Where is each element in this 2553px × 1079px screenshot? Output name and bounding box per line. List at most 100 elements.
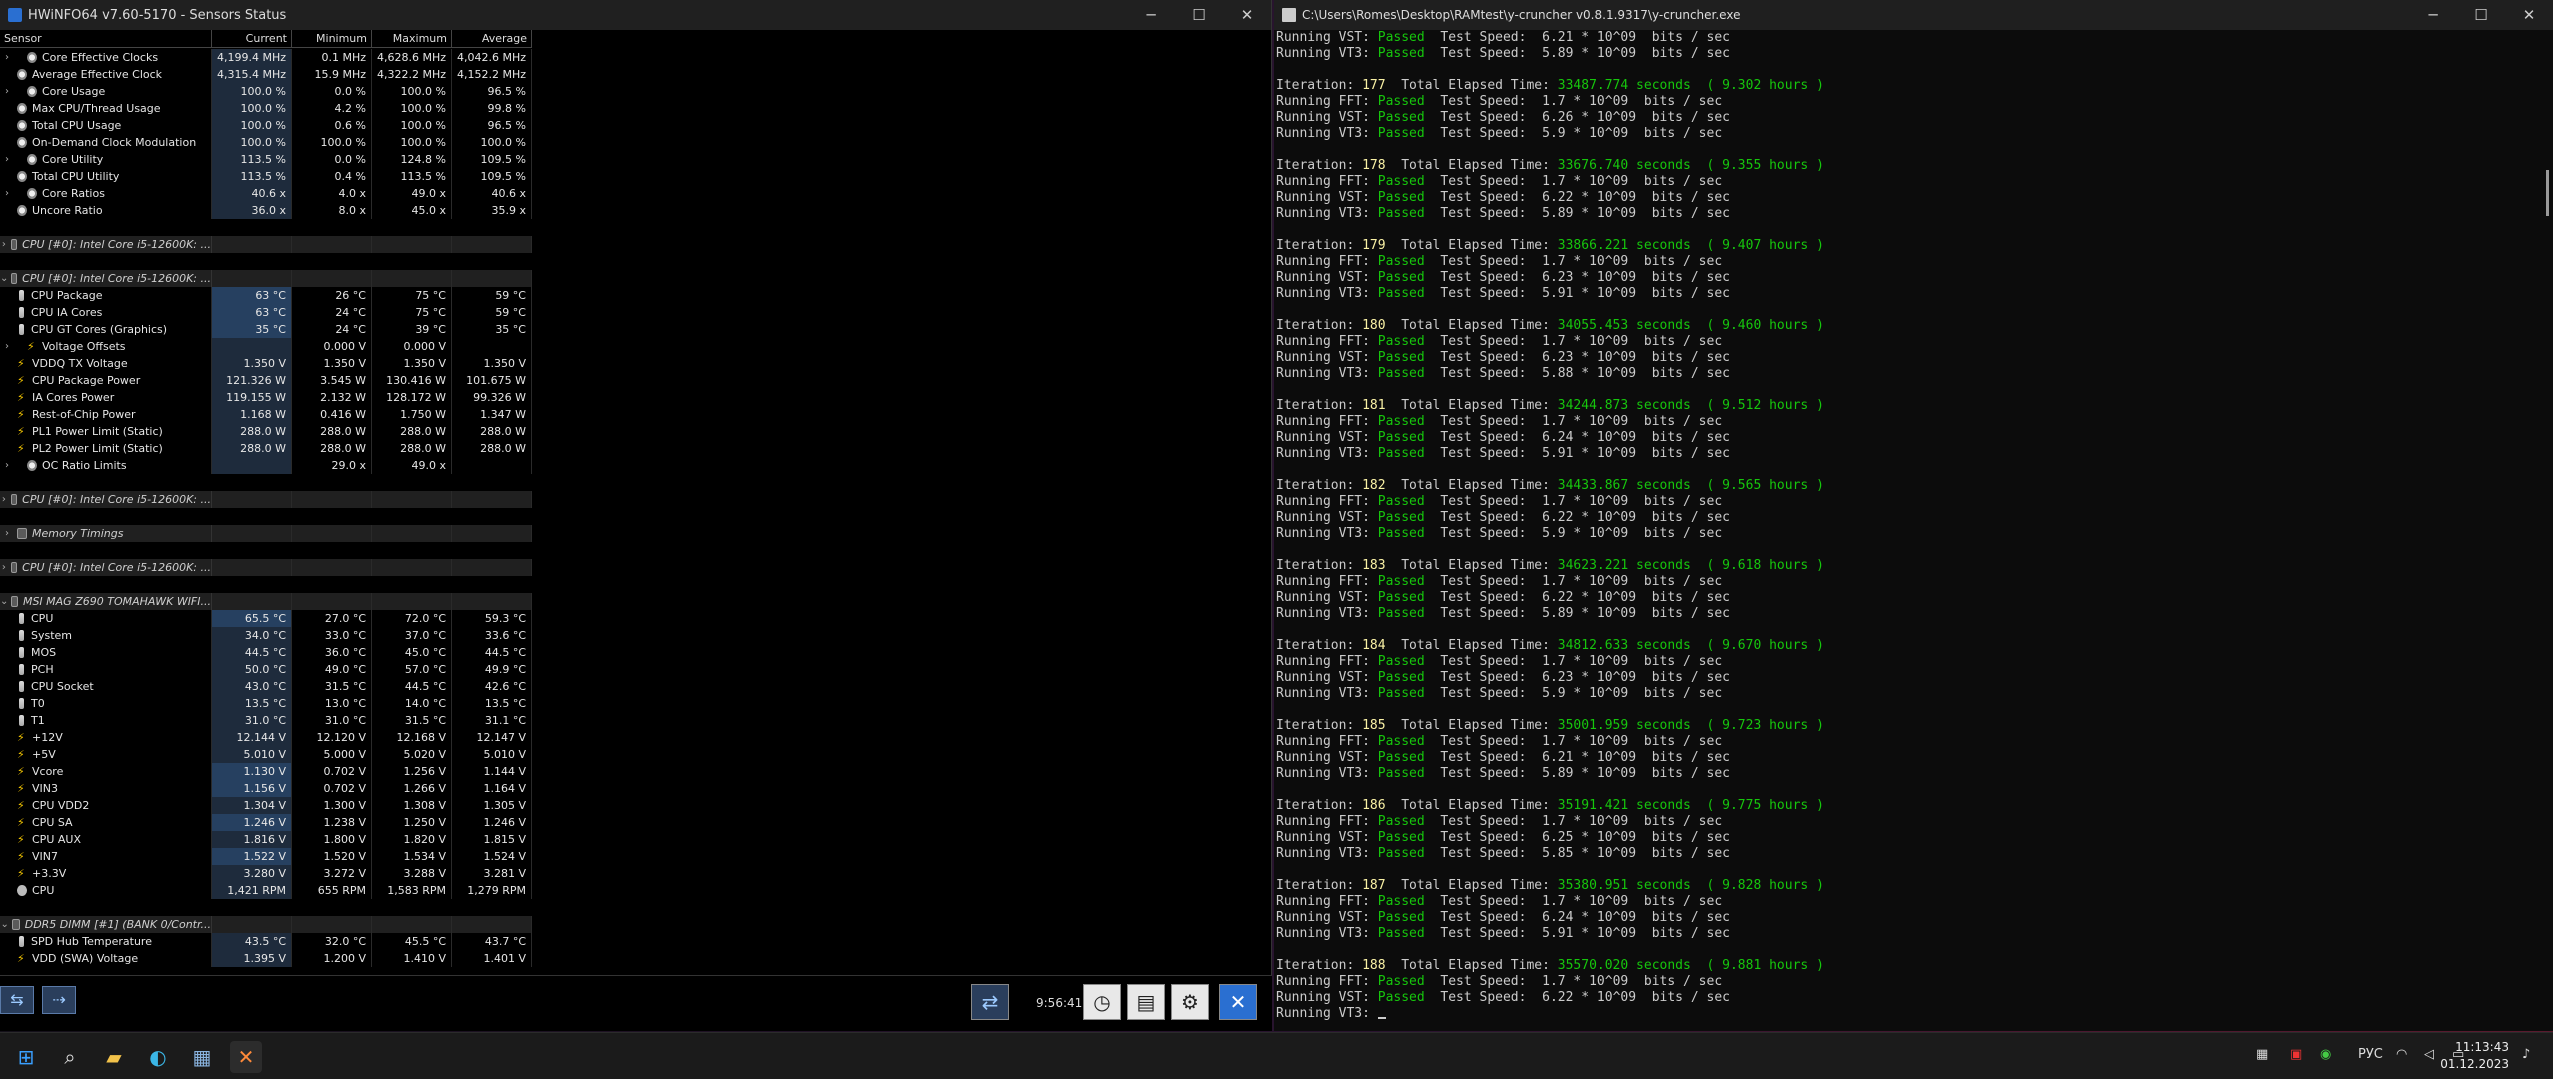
expand-chevron-icon[interactable]: › — [0, 559, 8, 576]
sensor-row[interactable]: Total CPU Utility 113.5 % 0.4 % 113.5 % 109.… — [0, 168, 532, 185]
y-cruncher-taskbar-icon[interactable]: ✕ — [230, 1041, 262, 1073]
sensor-row[interactable]: ⚡ PL1 Power Limit (Static) 288.0 W 288.0 W2… — [0, 423, 532, 440]
sensor-row[interactable]: ⚡ VDDQ TX Voltage 1.350 V 1.350 V 1.350 V 1.3… — [0, 355, 532, 372]
tray-hwinfo-icon[interactable]: ▦ — [2256, 1047, 2268, 1062]
sensor-row[interactable]: ⚡ CPU SA 1.246 V 1.238 V 1.250 V 1.246 V — [0, 814, 532, 831]
expand-chevron-icon[interactable]: › — [0, 338, 14, 355]
sensor-group-row[interactable]: ⌄ MSI MAG Z690 TOMAHAWK WIFI... — [0, 593, 532, 610]
start-windows-icon[interactable]: ⊞ — [10, 1041, 42, 1073]
console-output[interactable]: Running VST: Passed Test Speed: 6.21 * 1… — [1274, 30, 2539, 1022]
wifi-icon[interactable]: ◠ — [2396, 1047, 2407, 1062]
expand-chevron-icon[interactable]: › — [0, 236, 8, 253]
sensor-row[interactable]: CPU Package 63 °C 26 °C 75 °C 59 °C — [0, 287, 532, 304]
sensor-row[interactable]: ⚡ +3.3V 3.280 V 3.272 V 3.288 V 3.281 V — [0, 865, 532, 882]
sensor-group-row[interactable]: › CPU [#0]: Intel Core i5-12600K: ... — [0, 236, 532, 253]
sensor-row[interactable]: Average Effective Clock 4,315.4 MHz 15.9 M… — [0, 66, 532, 83]
notification-bell-icon[interactable]: ♪ — [2522, 1047, 2530, 1062]
sensor-group-row[interactable]: › CPU [#0]: Intel Core i5-12600K: ... — [0, 559, 532, 576]
sensor-row[interactable]: MOS 44.5 °C 36.0 °C 45.0 °C 44.5 °C — [0, 644, 532, 661]
expand-chevron-icon[interactable]: › — [0, 49, 14, 66]
minimize-button[interactable]: ─ — [1127, 6, 1175, 24]
sensor-row[interactable]: ⚡ IA Cores Power 119.155 W 2.132 W 128.172 W… — [0, 389, 532, 406]
expand-chevron-icon[interactable]: › — [0, 185, 14, 202]
scrollbar-thumb[interactable] — [2546, 170, 2549, 216]
language-indicator[interactable]: РУС — [2358, 1047, 2383, 1062]
sensor-row[interactable]: ⚡ Vcore 1.130 V 0.702 V 1.256 V 1.144 V — [0, 763, 532, 780]
tray-security-icon[interactable]: ◉ — [2320, 1047, 2331, 1062]
expand-chevron-icon[interactable]: › — [0, 491, 8, 508]
file-explorer-icon[interactable]: ▰ — [98, 1041, 130, 1073]
nav-expand-icon[interactable]: ⇢ — [42, 986, 76, 1014]
sensor-row[interactable]: › ⚡ Voltage Offsets 0.000 V 0.000 V — [0, 338, 532, 355]
collapse-chevron-icon[interactable]: ⌄ — [0, 270, 8, 287]
sensor-row[interactable]: CPU IA Cores 63 °C 24 °C 75 °C 59 °C — [0, 304, 532, 321]
console-titlebar[interactable]: C:\Users\Romes\Desktop\RAMtest\y-crunche… — [1274, 0, 2553, 30]
console-text: Running VT3: — [1276, 46, 1378, 61]
sensor-group-row[interactable]: ⌄ CPU [#0]: Intel Core i5-12600K: ... — [0, 270, 532, 287]
sensor-row[interactable]: PCH 50.0 °C 49.0 °C 57.0 °C 49.9 °C — [0, 661, 532, 678]
sensor-row[interactable]: Max CPU/Thread Usage 100.0 % 4.2 % 100.0 % 9… — [0, 100, 532, 117]
hwinfo-taskbar-icon[interactable]: ▦ — [186, 1041, 218, 1073]
sensor-row[interactable]: › Core Usage 100.0 % 0.0 % 100.0 % 96.5 % — [0, 83, 532, 100]
expand-chevron-icon[interactable]: › — [0, 525, 14, 542]
sensor-row[interactable]: Total CPU Usage 100.0 % 0.6 % 100.0 % 96.5 % — [0, 117, 532, 134]
sensor-row[interactable]: T1 31.0 °C 31.0 °C 31.5 °C 31.1 °C — [0, 712, 532, 729]
log-file-icon[interactable]: ▤ — [1127, 984, 1165, 1020]
column-header-average[interactable]: Average — [452, 30, 532, 47]
collapse-chevron-icon[interactable]: ⌄ — [0, 593, 8, 610]
sensor-row[interactable]: › Core Effective Clocks 4,199.4 MHz 0.1 MHz… — [0, 49, 532, 66]
close-button[interactable]: ✕ — [1223, 6, 1271, 24]
sensor-row[interactable]: System 34.0 °C 33.0 °C 37.0 °C 33.6 °C — [0, 627, 532, 644]
sensor-row[interactable]: CPU 1,421 RPM 655 RPM 1,583 RPM 1,279 RPM — [0, 882, 532, 899]
hwinfo-titlebar[interactable]: HWiNFO64 v7.60-5170 - Sensors Status ─ ☐… — [0, 0, 1271, 30]
console-text: 34055.453 — [1557, 318, 1629, 333]
sensor-row[interactable]: CPU GT Cores (Graphics) 35 °C 24 °C 39 °C 35… — [0, 321, 532, 338]
sensor-row[interactable]: › OC Ratio Limits 29.0 x 49.0 x — [0, 457, 532, 474]
sensor-group-row[interactable]: › Memory Timings — [0, 525, 532, 542]
minimize-button[interactable]: ─ — [2409, 6, 2457, 24]
gear-icon[interactable]: ⚙ — [1171, 984, 1209, 1020]
collapse-chevron-icon[interactable]: ⌄ — [0, 916, 9, 933]
maximize-button[interactable]: ☐ — [2457, 6, 2505, 24]
search-icon[interactable]: ⌕ — [54, 1041, 86, 1073]
sensor-row[interactable]: ⚡ VDD (SWA) Voltage 1.395 V 1.200 V 1.410 V1… — [0, 950, 532, 967]
edge-browser-icon[interactable]: ◐ — [142, 1041, 174, 1073]
expand-chevron-icon[interactable]: › — [0, 83, 14, 100]
maximize-button[interactable]: ☐ — [1175, 6, 1223, 24]
column-header-sensor[interactable]: Sensor — [0, 30, 212, 47]
clock-icon[interactable]: ◷ — [1083, 984, 1121, 1020]
volume-icon[interactable]: ◁ — [2424, 1047, 2434, 1062]
sensor-row[interactable]: ⚡ CPU VDD2 1.304 V 1.300 V 1.308 V 1.305 V — [0, 797, 532, 814]
expand-chevron-icon[interactable]: › — [0, 151, 14, 168]
sensor-row[interactable]: SPD Hub Temperature 43.5 °C 32.0 °C 45.5 °C… — [0, 933, 532, 950]
sensor-row[interactable]: › Core Ratios 40.6 x 4.0 x 49.0 x 40.6 x — [0, 185, 532, 202]
sensor-row[interactable]: T0 13.5 °C 13.0 °C 14.0 °C 13.5 °C — [0, 695, 532, 712]
sensor-row[interactable]: CPU 65.5 °C 27.0 °C 72.0 °C 59.3 °C — [0, 610, 532, 627]
system-clock[interactable]: 11:13:43 01.12.2023 — [2440, 1039, 2509, 1073]
sensor-row[interactable]: ⚡ CPU AUX 1.816 V 1.800 V 1.820 V 1.815 V — [0, 831, 532, 848]
console-scrollbar[interactable] — [2539, 30, 2553, 1031]
sensor-row[interactable]: On-Demand Clock Modulation 100.0 % 100.0 %… — [0, 134, 532, 151]
sensor-row[interactable]: ⚡ CPU Package Power 121.326 W 3.545 W 130.41… — [0, 372, 532, 389]
nav-arrows-icon[interactable]: ⇆ — [0, 986, 34, 1014]
column-header-minimum[interactable]: Minimum — [292, 30, 372, 47]
sensor-row[interactable]: CPU Socket 43.0 °C 31.5 °C 44.5 °C 42.6 °C — [0, 678, 532, 695]
sensor-group-row[interactable]: › CPU [#0]: Intel Core i5-12600K: ... — [0, 491, 532, 508]
console-text: seconds ( — [1628, 398, 1723, 413]
sensor-row[interactable]: ⚡ Rest-of-Chip Power 1.168 W 0.416 W 1.750 W… — [0, 406, 532, 423]
sensor-row[interactable]: Uncore Ratio 36.0 x 8.0 x 45.0 x 35.9 x — [0, 202, 532, 219]
sensor-row[interactable]: ⚡ +12V 12.144 V 12.120 V 12.168 V 12.147 V — [0, 729, 532, 746]
sensor-row[interactable]: ⚡ VIN7 1.522 V 1.520 V 1.534 V 1.524 V — [0, 848, 532, 865]
sensor-row[interactable]: ⚡ VIN3 1.156 V 0.702 V 1.266 V 1.164 V — [0, 780, 532, 797]
expand-chevron-icon[interactable]: › — [0, 457, 14, 474]
sensor-row[interactable]: ⚡ PL2 Power Limit (Static) 288.0 W 288.0 W2… — [0, 440, 532, 457]
sensor-row[interactable]: ⚡ +5V 5.010 V 5.000 V 5.020 V 5.010 V — [0, 746, 532, 763]
close-icon[interactable]: ✕ — [1219, 984, 1257, 1020]
sensor-group-row[interactable]: ⌄ DDR5 DIMM [#1] (BANK 0/Contr... — [0, 916, 532, 933]
column-header-current[interactable]: Current — [212, 30, 292, 47]
sensor-row[interactable]: › Core Utility 113.5 % 0.0 % 124.8 % 109.5 % — [0, 151, 532, 168]
network-icon[interactable]: ⇄ — [971, 984, 1009, 1020]
tray-amd-icon[interactable]: ▣ — [2290, 1047, 2302, 1062]
close-button[interactable]: ✕ — [2505, 6, 2553, 24]
column-header-maximum[interactable]: Maximum — [372, 30, 452, 47]
